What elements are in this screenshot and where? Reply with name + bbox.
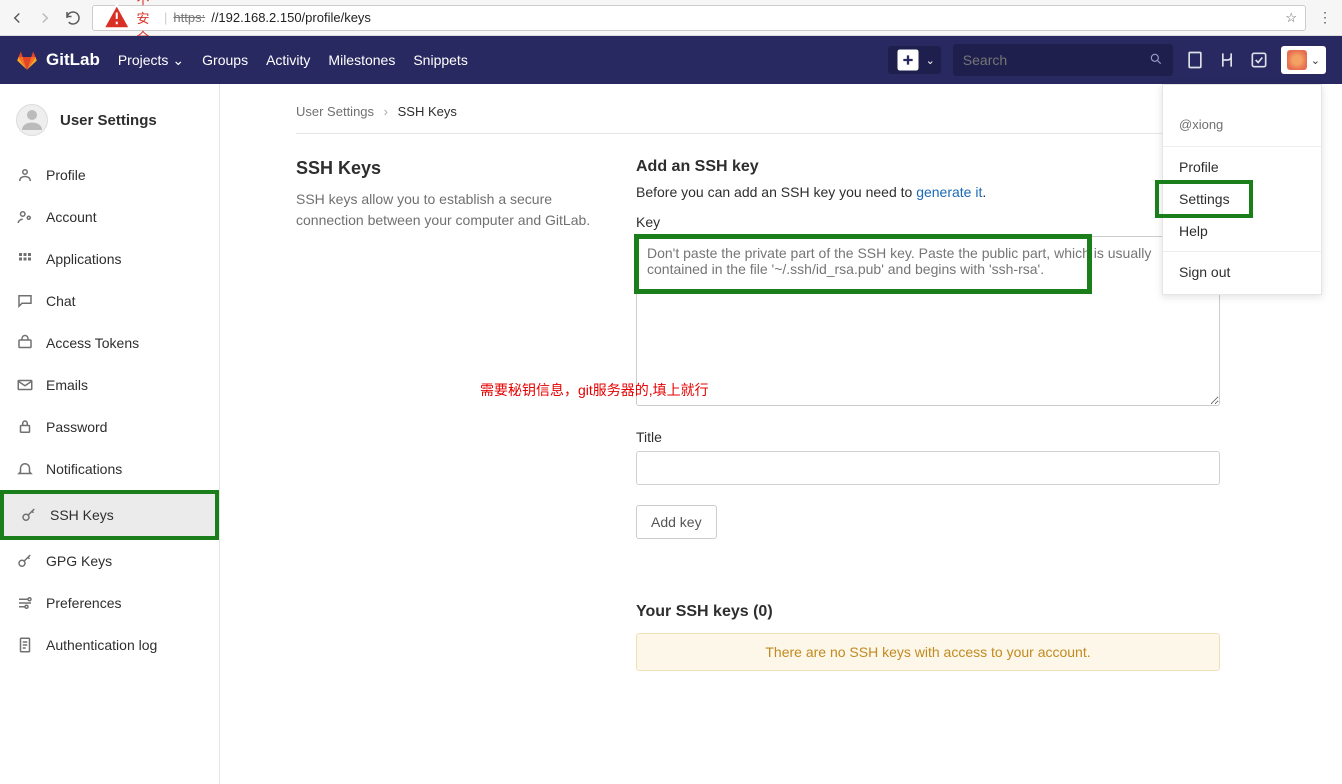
breadcrumb: User Settings › SSH Keys xyxy=(296,104,1220,134)
dropdown-help[interactable]: Help xyxy=(1163,215,1321,247)
sidebar-item-preferences[interactable]: Preferences xyxy=(0,582,219,624)
merge-requests-icon[interactable] xyxy=(1217,50,1237,70)
lock-icon xyxy=(16,418,34,436)
empty-keys-message: There are no SSH keys with access to you… xyxy=(636,633,1220,671)
new-dropdown[interactable]: ⌄ xyxy=(888,46,941,74)
key-textarea[interactable] xyxy=(636,236,1220,406)
key-icon xyxy=(20,506,38,524)
browser-toolbar: 不安全 | https://192.168.2.150/profile/keys… xyxy=(0,0,1342,36)
sidebar-item-authentication-log[interactable]: Authentication log xyxy=(0,624,219,666)
user-menu-button[interactable]: ⌄ xyxy=(1281,46,1326,74)
apps-icon xyxy=(16,250,34,268)
user-avatar-icon xyxy=(16,104,48,136)
reload-icon[interactable] xyxy=(64,9,82,27)
search-icon xyxy=(1149,52,1163,69)
account-icon xyxy=(16,208,34,226)
forward-icon xyxy=(36,9,54,27)
sidebar-item-password[interactable]: Password xyxy=(0,406,219,448)
sidebar-item-label: Profile xyxy=(46,167,86,183)
chat-icon xyxy=(16,292,34,310)
sidebar-item-applications[interactable]: Applications xyxy=(0,238,219,280)
token-icon xyxy=(16,334,34,352)
sidebar-item-notifications[interactable]: Notifications xyxy=(0,448,219,490)
sidebar-item-access-tokens[interactable]: Access Tokens xyxy=(0,322,219,364)
sidebar-item-label: Password xyxy=(46,419,107,435)
key-label: Key xyxy=(636,214,1220,230)
dropdown-user-info: liang @xiong xyxy=(1163,91,1321,142)
profile-icon xyxy=(16,166,34,184)
user-dropdown: liang @xiong Profile Settings Help Sign … xyxy=(1162,84,1322,295)
top-navbar: GitLab Projects ⌄ Groups Activity Milest… xyxy=(0,36,1342,84)
nav-groups[interactable]: Groups xyxy=(202,52,248,68)
bookmark-star-icon[interactable]: ☆ xyxy=(1285,10,1297,26)
browser-menu-icon[interactable]: ⋮ xyxy=(1316,9,1334,27)
sidebar-item-label: Preferences xyxy=(46,595,121,611)
generate-link[interactable]: generate it xyxy=(916,184,982,200)
bell-icon xyxy=(16,460,34,478)
nav-projects[interactable]: Projects ⌄ xyxy=(118,52,184,69)
sidebar-item-chat[interactable]: Chat xyxy=(0,280,219,322)
sidebar-item-emails[interactable]: Emails xyxy=(0,364,219,406)
url-path: //192.168.2.150/profile/keys xyxy=(211,10,371,25)
sidebar-item-label: SSH Keys xyxy=(50,507,114,523)
url-protocol: https: xyxy=(173,10,205,25)
sidebar-item-label: Emails xyxy=(46,377,88,393)
sidebar-item-profile[interactable]: Profile xyxy=(0,154,219,196)
sidebar-item-label: Applications xyxy=(46,251,122,267)
chevron-down-icon: ⌄ xyxy=(172,52,184,69)
sidebar-item-ssh-keys[interactable]: SSH Keys xyxy=(0,490,219,540)
chevron-down-icon: ⌄ xyxy=(1311,54,1320,67)
breadcrumb-root[interactable]: User Settings xyxy=(296,104,374,119)
prefs-icon xyxy=(16,594,34,612)
sidebar-item-account[interactable]: Account xyxy=(0,196,219,238)
nav-snippets[interactable]: Snippets xyxy=(413,52,467,68)
issues-icon[interactable] xyxy=(1185,50,1205,70)
main-content: User Settings › SSH Keys SSH Keys SSH ke… xyxy=(220,84,1260,784)
sidebar-item-gpg-keys[interactable]: GPG Keys xyxy=(0,540,219,582)
sidebar-header: User Settings xyxy=(0,84,219,154)
address-bar[interactable]: 不安全 | https://192.168.2.150/profile/keys… xyxy=(92,5,1306,31)
doc-icon xyxy=(16,636,34,654)
back-icon[interactable] xyxy=(8,9,26,27)
dropdown-profile[interactable]: Profile xyxy=(1163,151,1321,183)
chevron-right-icon: › xyxy=(384,104,388,119)
nav-activity[interactable]: Activity xyxy=(266,52,310,68)
nav-milestones[interactable]: Milestones xyxy=(328,52,395,68)
page-description: SSH keys allow you to establish a secure… xyxy=(296,189,596,231)
sidebar-item-label: GPG Keys xyxy=(46,553,112,569)
email-icon xyxy=(16,376,34,394)
annotation-note: 需要秘钥信息，git服务器的,填上就行 xyxy=(480,380,709,400)
sidebar: User Settings Profile Account Applications… xyxy=(0,84,220,784)
help-text: Before you can add an SSH key you need t… xyxy=(636,184,1220,200)
sidebar-item-label: Authentication log xyxy=(46,637,157,653)
gitlab-logo[interactable]: GitLab xyxy=(16,49,100,71)
todos-icon[interactable] xyxy=(1249,50,1269,70)
sidebar-item-label: Chat xyxy=(46,293,76,309)
search-box[interactable] xyxy=(953,44,1173,76)
dropdown-signout[interactable]: Sign out xyxy=(1163,256,1321,288)
page-title: SSH Keys xyxy=(296,158,596,179)
title-label: Title xyxy=(636,429,1220,445)
avatar xyxy=(1287,50,1307,70)
add-key-heading: Add an SSH key xyxy=(636,158,1220,176)
sidebar-item-label: Account xyxy=(46,209,97,225)
key-icon xyxy=(16,552,34,570)
breadcrumb-current: SSH Keys xyxy=(398,104,457,119)
search-input[interactable] xyxy=(963,52,1149,68)
dropdown-settings[interactable]: Settings xyxy=(1163,183,1321,215)
chevron-down-icon: ⌄ xyxy=(926,54,935,67)
your-keys-heading: Your SSH keys (0) xyxy=(636,603,1220,621)
add-key-button[interactable]: Add key xyxy=(636,505,717,539)
sidebar-item-label: Notifications xyxy=(46,461,122,477)
title-input[interactable] xyxy=(636,451,1220,485)
sidebar-item-label: Access Tokens xyxy=(46,335,139,351)
